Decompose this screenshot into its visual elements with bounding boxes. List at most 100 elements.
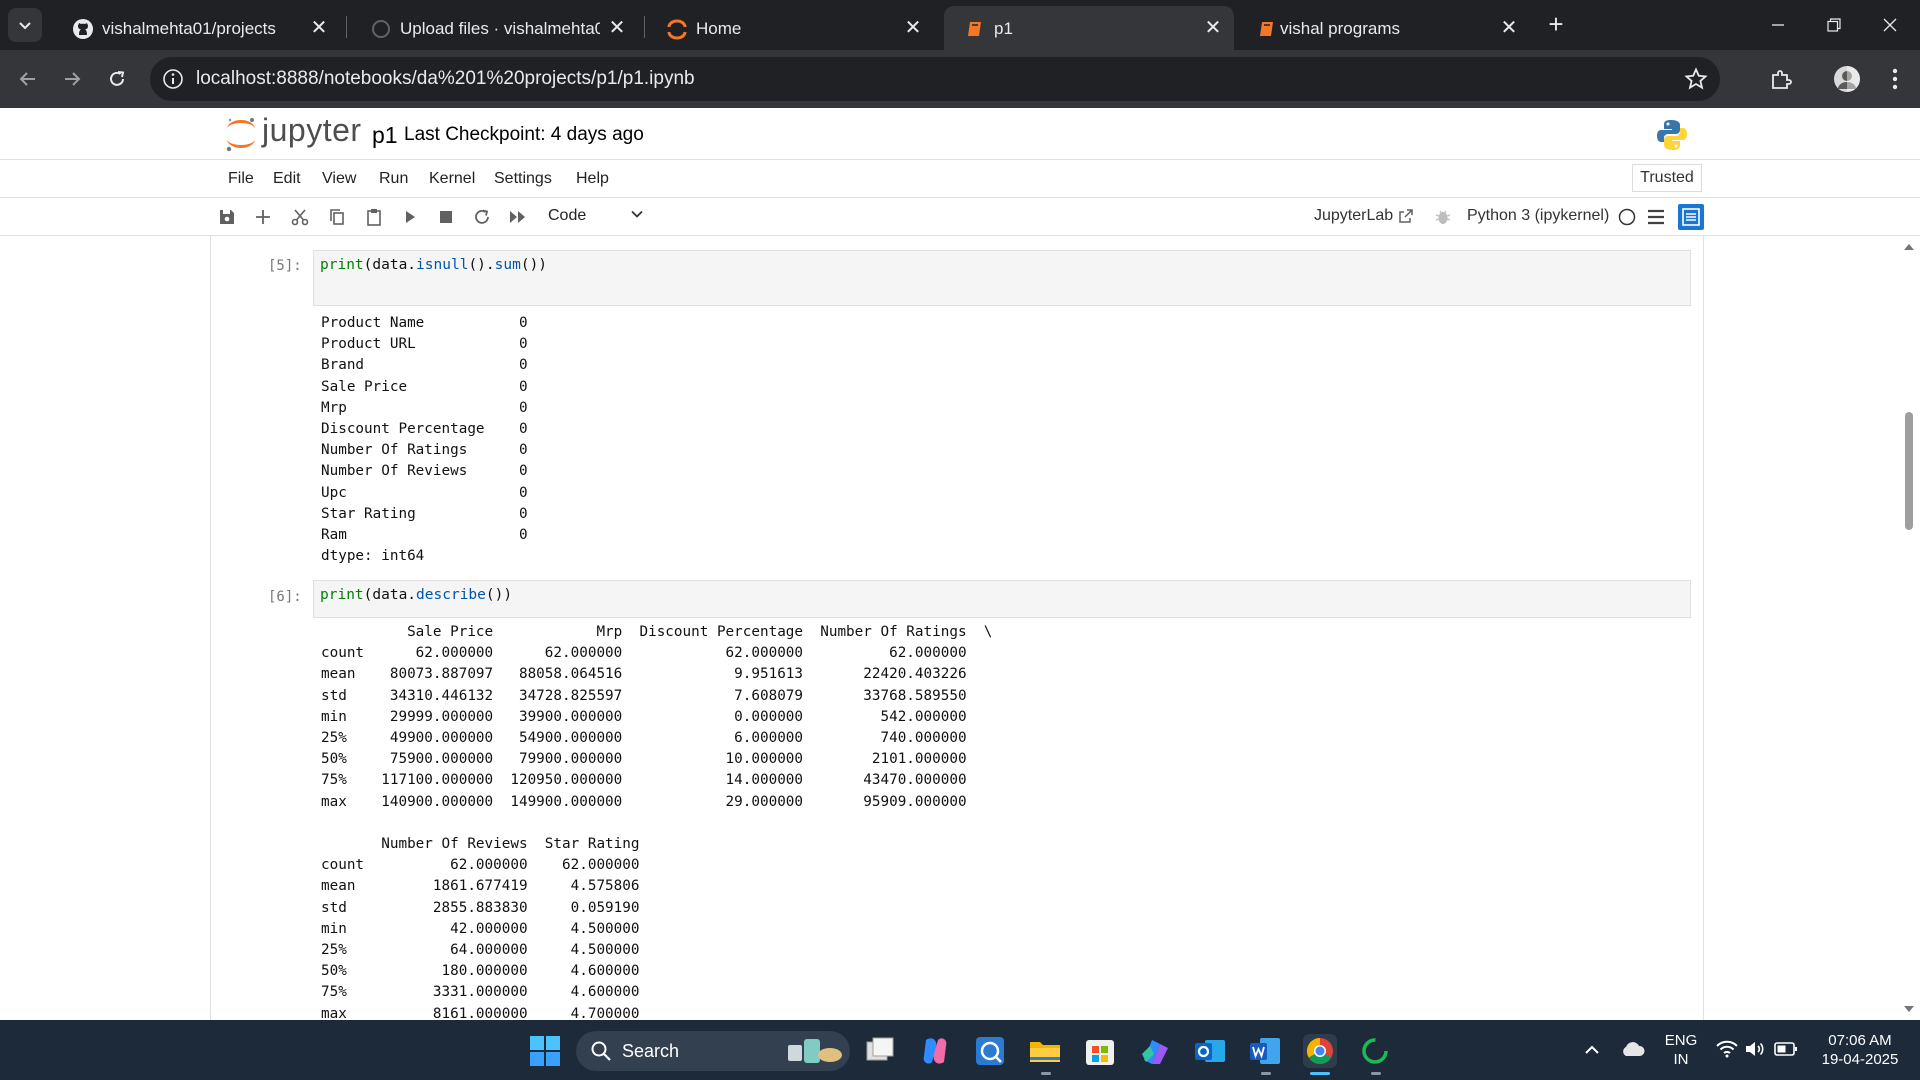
store-icon <box>1086 1040 1114 1065</box>
plus-icon <box>256 210 270 224</box>
profile-avatar[interactable] <box>1832 64 1862 94</box>
battery-icon[interactable] <box>1774 1041 1798 1057</box>
restore-button[interactable] <box>1814 10 1854 40</box>
stop-icon <box>440 211 452 223</box>
browser-tab-projects[interactable]: vishalmehta01/projects ✕ <box>52 6 342 50</box>
cell-type-select[interactable]: Code <box>548 207 586 225</box>
scroll-up-arrow-icon[interactable] <box>1902 240 1916 254</box>
close-icon[interactable]: ✕ <box>308 16 330 39</box>
chevron-down-icon[interactable] <box>630 207 644 221</box>
scroll-down-arrow-icon[interactable] <box>1902 1002 1916 1016</box>
python-logo-icon <box>1657 120 1687 150</box>
notebook-name[interactable]: p1 <box>372 122 398 149</box>
browser-tab-vishal-programs[interactable]: vishal programs ✕ <box>1236 6 1526 50</box>
new-tab-button[interactable]: + <box>1542 10 1570 38</box>
address-bar[interactable]: localhost:8888/notebooks/da%201%20projec… <box>150 57 1720 101</box>
back-button[interactable] <box>12 63 44 95</box>
browser-tab-upload-files[interactable]: Upload files · vishalmehta01/PI ✕ <box>350 6 640 50</box>
word-button[interactable] <box>1248 1034 1282 1068</box>
paste-icon <box>367 209 381 226</box>
window-close-button[interactable] <box>1870 10 1910 40</box>
interrupt-kernel-button[interactable] <box>435 206 457 228</box>
property-inspector-button[interactable] <box>1678 204 1704 230</box>
scrollbar-thumb[interactable] <box>1905 412 1913 530</box>
insert-cell-button[interactable] <box>252 206 274 228</box>
menu-edit[interactable]: Edit <box>273 170 301 188</box>
save-button[interactable] <box>216 206 238 228</box>
debugger-icon[interactable] <box>1434 208 1452 226</box>
trusted-indicator[interactable]: Trusted <box>1632 164 1702 192</box>
copy-icon <box>330 209 344 225</box>
chrome-button[interactable] <box>1303 1034 1337 1068</box>
menu-run[interactable]: Run <box>379 170 408 188</box>
github-icon <box>72 18 94 40</box>
app-loading-button[interactable] <box>1358 1034 1392 1068</box>
clock[interactable]: 07:06 AM 19-04-2025 <box>1810 1031 1910 1069</box>
run-cell-button[interactable] <box>399 206 421 228</box>
language-indicator[interactable]: ENG IN <box>1664 1031 1698 1069</box>
table-of-contents-icon[interactable] <box>1647 208 1665 226</box>
loading-ring-icon <box>1362 1038 1388 1064</box>
chevron-down-icon <box>19 22 31 30</box>
close-icon <box>1883 18 1897 32</box>
minimize-icon <box>1772 24 1784 26</box>
menu-help[interactable]: Help <box>576 170 609 188</box>
paste-button[interactable] <box>363 206 385 228</box>
restart-kernel-button[interactable] <box>471 206 493 228</box>
volume-icon[interactable] <box>1744 1040 1766 1058</box>
microsoft-store-button[interactable] <box>1083 1034 1117 1068</box>
snipping-tool-button[interactable] <box>973 1034 1007 1068</box>
close-icon[interactable]: ✕ <box>902 16 924 39</box>
m365-icon <box>1142 1040 1168 1064</box>
cut-button[interactable] <box>289 206 311 228</box>
copilot-button[interactable] <box>918 1034 952 1068</box>
code-line[interactable]: print(data.describe()) <box>320 587 512 603</box>
search-highlight-icon <box>788 1039 842 1063</box>
page-scrollbar[interactable] <box>1898 236 1920 1020</box>
onedrive-cloud-icon[interactable] <box>1620 1039 1646 1059</box>
copy-button[interactable] <box>326 206 348 228</box>
chevron-up-icon[interactable] <box>1584 1042 1600 1058</box>
extensions-button[interactable] <box>1766 64 1796 94</box>
start-button[interactable] <box>528 1034 562 1068</box>
outlook-button[interactable] <box>1193 1034 1227 1068</box>
file-explorer-button[interactable] <box>1028 1034 1062 1068</box>
task-view-button[interactable] <box>863 1034 897 1068</box>
url-text[interactable]: localhost:8888/notebooks/da%201%20projec… <box>196 68 695 90</box>
more-vertical-icon <box>1892 68 1898 90</box>
microsoft-365-button[interactable] <box>1138 1034 1172 1068</box>
menu-settings[interactable]: Settings <box>494 170 552 188</box>
tab-search-button[interactable] <box>8 8 42 42</box>
menu-kernel[interactable]: Kernel <box>429 170 475 188</box>
region-code: IN <box>1673 1051 1689 1068</box>
jupyter-logo-icon[interactable] <box>224 114 258 154</box>
bookmark-star-icon[interactable] <box>1684 67 1708 91</box>
restart-run-all-button[interactable] <box>507 206 529 228</box>
forward-button[interactable] <box>56 63 88 95</box>
save-icon <box>220 210 234 224</box>
browser-menu-button[interactable] <box>1880 64 1910 94</box>
close-icon[interactable]: ✕ <box>1498 16 1520 39</box>
browser-tab-p1[interactable]: p1 ✕ <box>944 6 1234 50</box>
external-link-icon[interactable] <box>1398 208 1414 224</box>
wifi-icon[interactable] <box>1716 1040 1738 1058</box>
minimize-button[interactable] <box>1758 10 1798 40</box>
jupyter-logo-text: jupyter <box>262 112 362 148</box>
tab-separator <box>644 16 645 38</box>
arrow-left-icon <box>19 72 35 86</box>
code-line[interactable]: print(data.isnull().sum()) <box>320 257 547 273</box>
browser-tab-home[interactable]: Home ✕ <box>646 6 936 50</box>
reload-button[interactable] <box>101 63 133 95</box>
code-cell-input[interactable] <box>313 580 1691 618</box>
menu-view[interactable]: View <box>322 170 356 188</box>
jupyterlab-link[interactable]: JupyterLab <box>1314 207 1393 225</box>
taskbar-search[interactable]: Search <box>576 1031 850 1071</box>
close-icon[interactable]: ✕ <box>606 16 628 39</box>
close-icon[interactable]: ✕ <box>1202 16 1224 39</box>
site-info-icon[interactable] <box>162 68 184 90</box>
running-indicator <box>1041 1072 1051 1075</box>
menu-file[interactable]: File <box>228 170 254 188</box>
running-indicator <box>1371 1072 1381 1075</box>
kernel-name[interactable]: Python 3 (ipykernel) <box>1467 207 1609 225</box>
search-label: Search <box>622 1041 680 1061</box>
